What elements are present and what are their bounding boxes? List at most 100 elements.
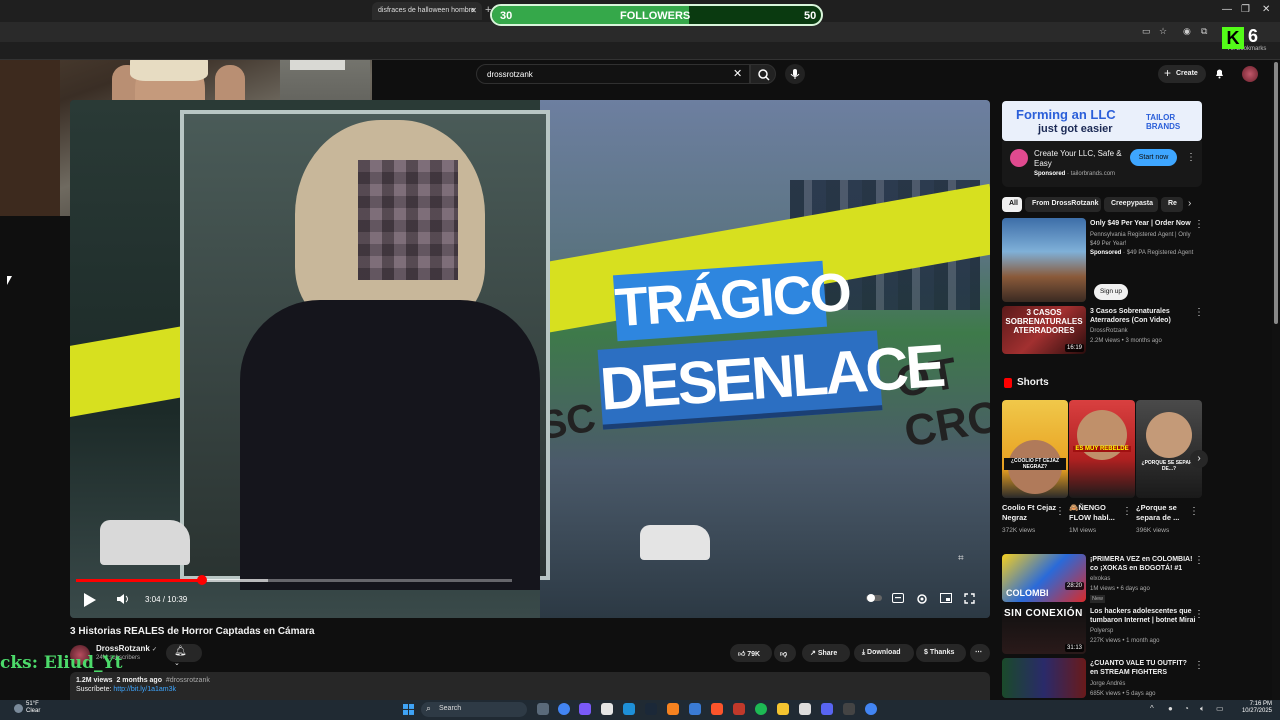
volume-tray-icon[interactable]: 🔈︎ — [1200, 704, 1205, 714]
minimize-button[interactable]: — — [1222, 4, 1232, 15]
cast-icon[interactable]: ▭ — [1142, 26, 1151, 37]
ad-banner[interactable]: Forming an LLC just got easier TAILOR BR… — [1002, 101, 1202, 141]
related-video-more-icon[interactable]: ⋮ — [1194, 660, 1204, 671]
maximize-button[interactable]: ❐ — [1241, 4, 1250, 15]
ad-title[interactable]: Create Your LLC, Safe & Easy — [1034, 149, 1124, 169]
related-video-thumbnail[interactable] — [1002, 658, 1086, 698]
discord-icon[interactable] — [821, 703, 833, 715]
taskbar-search[interactable]: Search — [421, 702, 527, 717]
channel-name[interactable]: DrossRotzank ✓ — [96, 644, 157, 653]
obs-icon[interactable] — [843, 703, 855, 715]
description-link[interactable]: http://bit.ly/1a1am3k — [113, 686, 176, 693]
puzzle-icon[interactable]: ⧉ — [1201, 26, 1207, 37]
edge-icon[interactable] — [623, 703, 635, 715]
short-title[interactable]: ¿Porque se separa de ... — [1136, 503, 1194, 523]
sponsored-title[interactable]: Only $49 Per Year | Order Now — [1090, 219, 1196, 228]
short-more-icon[interactable]: ⋮ — [1189, 506, 1199, 517]
related-video-title[interactable]: 3 Casos Sobrenaturales Aterradores (Con … — [1090, 307, 1196, 325]
like-button[interactable]: 👍︎ 79K — [730, 644, 772, 662]
tray-chevron-icon[interactable]: ^ — [1150, 704, 1154, 713]
ad-start-now-button[interactable]: Start now — [1130, 149, 1177, 166]
related-video-channel[interactable]: Jorge Andrés — [1090, 680, 1200, 689]
related-video-more-icon[interactable]: ⋮ — [1194, 609, 1204, 620]
settings-gear-icon[interactable] — [916, 593, 928, 608]
sponsored-thumbnail[interactable] — [1002, 218, 1086, 302]
short-title[interactable]: Coolio Ft Cejaz Negraz — [1002, 503, 1060, 523]
search-clear-icon[interactable]: ✕ — [733, 67, 742, 80]
related-video-thumbnail[interactable]: COLOMBI 28:20 — [1002, 554, 1086, 602]
close-window-button[interactable]: ✕ — [1262, 4, 1270, 15]
file-explorer-icon[interactable] — [777, 703, 789, 715]
short-thumbnail[interactable]: ¿COOLIO FT CEJAZ NEGRAZ? — [1002, 400, 1068, 498]
related-video-channel[interactable]: elxokas — [1090, 575, 1200, 584]
subscription-bell-button[interactable]: 🔔︎ ⌄ — [166, 644, 202, 667]
volume-icon[interactable] — [116, 592, 130, 609]
related-video-title[interactable]: ¡PRIMERA VEZ en COLOMBIA! co ¡XOKAS en B… — [1090, 555, 1196, 573]
page-scrollbar-thumb[interactable] — [1274, 62, 1278, 324]
ad-more-icon[interactable]: ⋮ — [1186, 152, 1196, 163]
account-avatar[interactable] — [1242, 66, 1258, 82]
network-icon[interactable]: ◔ — [1184, 704, 1189, 713]
related-video-more-icon[interactable]: ⋮ — [1194, 555, 1204, 566]
voice-search-button[interactable] — [785, 64, 805, 84]
task-view-icon[interactable] — [537, 703, 549, 715]
related-video-channel[interactable]: Polyersp — [1090, 627, 1200, 636]
related-video-title[interactable]: ¿CUANTO VALE TU OUTFIT? en STREAM FIGHTE… — [1090, 659, 1196, 677]
fullscreen-icon[interactable] — [964, 593, 975, 607]
spotify-icon[interactable] — [755, 703, 767, 715]
bookmark-star-icon[interactable]: ☆ — [1159, 26, 1167, 37]
related-video-channel[interactable]: DrossRotzank — [1090, 327, 1200, 336]
app-icon[interactable] — [799, 703, 811, 715]
notifications-bell-icon[interactable] — [1214, 67, 1225, 82]
app-icon[interactable] — [733, 703, 745, 715]
tray-app-icon[interactable]: ● — [1168, 704, 1173, 713]
related-video-more-icon[interactable]: ⋮ — [1194, 307, 1204, 318]
brave-icon[interactable] — [711, 703, 723, 715]
tab-close-icon[interactable]: ✕ — [470, 6, 477, 15]
short-more-icon[interactable]: ⋮ — [1055, 506, 1065, 517]
chips-next-chevron-icon[interactable]: › — [1188, 198, 1191, 209]
more-actions-button[interactable]: ⋯ — [970, 644, 990, 662]
share-button[interactable]: ↗ Share — [802, 644, 850, 662]
app-icon[interactable] — [689, 703, 701, 715]
chip-creepypasta[interactable]: Creepypasta — [1104, 197, 1158, 212]
short-title[interactable]: 🙈ÑENGO FLOW habl... — [1069, 503, 1127, 523]
download-button[interactable]: ⤓ Download — [854, 644, 914, 662]
related-video-thumbnail[interactable]: 3 CASOS SOBRENATURALES ATERRADORES 16:19 — [1002, 306, 1086, 354]
short-thumbnail[interactable]: ¿PORQUE SE SEPARO DE...? — [1136, 400, 1202, 498]
chrome-icon[interactable] — [865, 703, 877, 715]
sponsored-more-icon[interactable]: ⋮ — [1194, 219, 1204, 230]
search-button[interactable] — [750, 64, 776, 84]
miniplayer-icon[interactable] — [940, 593, 952, 606]
extension-icon[interactable]: ◉ — [1183, 26, 1191, 37]
autoplay-toggle[interactable] — [866, 593, 882, 606]
weather-icon[interactable] — [14, 704, 23, 713]
steam-icon[interactable] — [645, 703, 657, 715]
weather-widget[interactable]: 51°F Clear — [26, 701, 40, 715]
chip-all[interactable]: All — [1002, 197, 1022, 212]
short-more-icon[interactable]: ⋮ — [1122, 506, 1132, 517]
taskbar-clock[interactable]: 7:16 PM 10/27/2025 — [1238, 701, 1272, 715]
app-icon[interactable] — [601, 703, 613, 715]
video-scrubber-handle[interactable] — [196, 575, 207, 585]
windows-start-icon[interactable] — [403, 704, 414, 715]
sign-up-button[interactable]: Sign up — [1094, 284, 1128, 300]
thanks-button[interactable]: $ Thanks — [916, 644, 966, 662]
create-button[interactable]: Create — [1158, 65, 1206, 83]
vlc-icon[interactable] — [667, 703, 679, 715]
dislike-button[interactable]: 👎︎ — [774, 644, 796, 662]
play-icon[interactable] — [84, 593, 96, 607]
related-video-title[interactable]: Los hackers adolescentes que tumbaron In… — [1090, 607, 1196, 625]
search-input[interactable]: drossrotzank — [476, 64, 750, 84]
short-thumbnail[interactable]: ES MUY REBELDE — [1069, 400, 1135, 498]
browser-tab[interactable]: disfraces de halloween hombre ✕ — [372, 2, 482, 20]
shorts-next-chevron-icon[interactable]: › — [1190, 450, 1208, 468]
related-video-thumbnail[interactable]: SIN CONEXIÓN 31:13 — [1002, 606, 1086, 654]
video-player[interactable]: OT CRO SC TRÁGICO DESENLACE ⌗ 3:04 / 10:… — [70, 100, 990, 618]
hashtag-link[interactable]: #drossrotzank — [166, 677, 210, 684]
chrome-icon[interactable] — [558, 703, 570, 715]
copilot-icon[interactable] — [579, 703, 591, 715]
captions-icon[interactable] — [892, 593, 904, 606]
chip-from-dross[interactable]: From DrossRotzank — [1025, 197, 1101, 212]
chip-truncated[interactable]: Re — [1161, 197, 1183, 212]
